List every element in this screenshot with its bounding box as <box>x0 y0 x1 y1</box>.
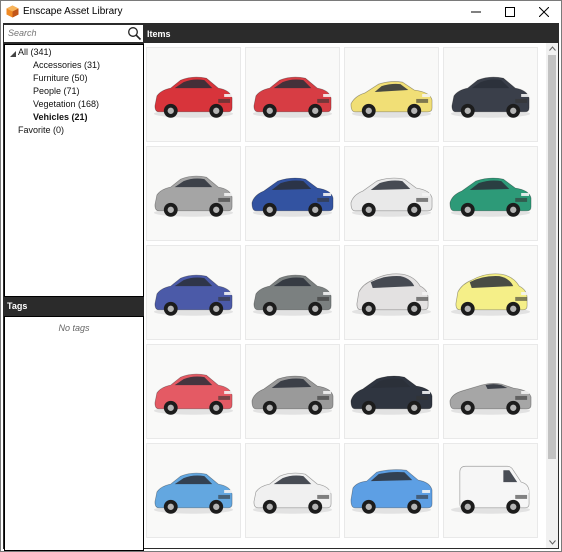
close-icon <box>539 7 549 17</box>
asset-library-window: Enscape Asset Library All (3 <box>0 0 562 552</box>
car-icon <box>153 373 234 415</box>
left-pane: All (341) Accessories (31) Furniture (50… <box>4 24 144 551</box>
van-icon <box>450 465 531 514</box>
minimize-icon <box>471 11 481 13</box>
asset-thumbnail[interactable] <box>146 245 241 340</box>
asset-thumbnail[interactable] <box>443 146 538 241</box>
tree-item-vehicles[interactable]: Vehicles (21) <box>33 112 88 122</box>
asset-thumbnail[interactable] <box>344 344 439 439</box>
car-icon <box>350 81 433 118</box>
car-icon <box>449 382 532 415</box>
scroll-down-button[interactable] <box>546 537 558 548</box>
items-header: Items <box>147 29 171 39</box>
asset-thumbnail[interactable] <box>443 47 538 142</box>
tree-item-all[interactable]: All (341) <box>18 47 52 57</box>
tags-header: Tags <box>4 297 143 315</box>
asset-thumbnail[interactable] <box>146 344 241 439</box>
items-panel <box>144 43 558 548</box>
maximize-icon <box>505 7 515 17</box>
tags-panel: No tags <box>4 316 144 551</box>
tree-item-people[interactable]: People (71) <box>33 86 80 96</box>
maximize-button[interactable] <box>493 1 527 23</box>
car-icon <box>252 76 333 118</box>
asset-thumbnail[interactable] <box>443 344 538 439</box>
asset-thumbnail[interactable] <box>245 47 340 142</box>
asset-thumbnail[interactable] <box>245 146 340 241</box>
tree-item-favorite[interactable]: Favorite (0) <box>18 125 64 135</box>
car-icon <box>153 472 234 514</box>
car-icon <box>350 375 433 415</box>
title-bar: Enscape Asset Library <box>1 1 561 23</box>
asset-thumbnail[interactable] <box>245 344 340 439</box>
car-icon <box>252 472 333 514</box>
asset-thumbnail[interactable] <box>344 146 439 241</box>
car-icon <box>251 375 334 415</box>
car-icon <box>350 177 433 217</box>
search-box <box>4 25 143 42</box>
car-icon <box>350 469 433 514</box>
car-icon <box>450 273 531 316</box>
tree-item-furniture[interactable]: Furniture (50) <box>33 73 88 83</box>
asset-thumbnail[interactable] <box>245 245 340 340</box>
car-icon <box>252 274 333 316</box>
vertical-scrollbar[interactable] <box>546 43 558 548</box>
expand-collapse-icon[interactable] <box>9 50 17 58</box>
car-icon <box>449 177 532 217</box>
car-icon <box>251 177 334 217</box>
asset-thumbnail[interactable] <box>344 245 439 340</box>
main-area: All (341) Accessories (31) Furniture (50… <box>3 23 559 551</box>
car-icon <box>351 273 432 316</box>
enscape-logo-icon <box>6 5 19 18</box>
search-icon[interactable] <box>127 26 142 41</box>
tree-item-accessories[interactable]: Accessories (31) <box>33 60 100 70</box>
asset-thumbnail[interactable] <box>443 443 538 538</box>
category-tree: All (341) Accessories (31) Furniture (50… <box>4 44 144 297</box>
chevron-down-icon <box>548 540 556 545</box>
car-icon <box>450 76 531 118</box>
tree-item-vegetation[interactable]: Vegetation (168) <box>33 99 99 109</box>
asset-thumbnail[interactable] <box>344 443 439 538</box>
window-title: Enscape Asset Library <box>23 6 123 17</box>
asset-thumbnail[interactable] <box>443 245 538 340</box>
minimize-button[interactable] <box>459 1 493 23</box>
search-input[interactable] <box>6 26 124 40</box>
scrollbar-thumb[interactable] <box>548 55 556 459</box>
scroll-up-button[interactable] <box>546 43 558 54</box>
asset-thumbnail[interactable] <box>146 443 241 538</box>
chevron-up-icon <box>548 46 556 51</box>
no-tags-message: No tags <box>58 323 90 333</box>
asset-thumbnail[interactable] <box>344 47 439 142</box>
items-grid <box>144 43 545 548</box>
car-icon <box>153 274 234 316</box>
asset-thumbnail[interactable] <box>146 47 241 142</box>
car-icon <box>153 175 234 217</box>
asset-thumbnail[interactable] <box>146 146 241 241</box>
car-icon <box>153 76 234 118</box>
close-button[interactable] <box>527 1 561 23</box>
asset-thumbnail[interactable] <box>245 443 340 538</box>
